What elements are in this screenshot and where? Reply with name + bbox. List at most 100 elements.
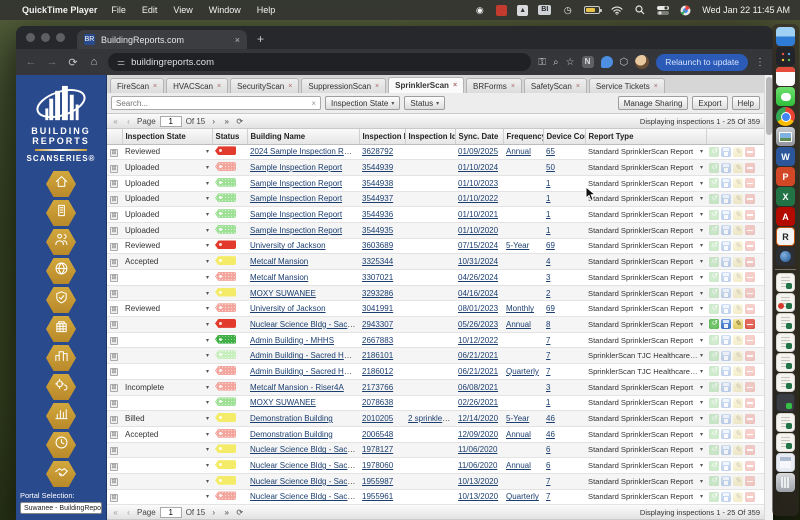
expand-icon[interactable]: ⊞ [110,164,118,173]
status-tag[interactable] [215,334,236,344]
frequency-link[interactable]: Quarterly [506,492,539,501]
menu-item[interactable]: Help [257,5,276,15]
expand-icon[interactable]: ⊞ [110,352,118,361]
inspection-id-link[interactable]: 2186012 [362,367,393,376]
dock-app-icon[interactable] [776,413,795,432]
status-cell[interactable] [212,489,247,506]
row-expander-cell[interactable]: ⊞ [107,159,122,176]
rhino-icon[interactable]: R [776,227,795,246]
chevron-down-icon[interactable]: ▾ [700,274,703,281]
upload-action-icon[interactable] [709,240,719,251]
bookmark-star-icon[interactable]: ☆ [566,57,575,68]
relaunch-to-update-button[interactable]: Relaunch to update [656,53,748,71]
save-action-icon[interactable] [721,272,731,283]
device-count-link[interactable]: 46 [546,414,555,423]
screen-record-icon[interactable]: ◉ [473,5,486,16]
inspection-id-link[interactable]: 2006548 [362,430,393,439]
delete-action-icon[interactable] [745,178,755,189]
table-row[interactable]: ⊞ ▾ Admin Building - MHHS 2667883 10/12/… [107,332,764,349]
upload-action-icon[interactable] [709,272,719,283]
finder-icon[interactable] [776,27,795,46]
expand-icon[interactable]: ⊞ [110,446,118,455]
sync-date-link[interactable]: 05/26/2023 [458,320,498,329]
building-name-link[interactable]: Sample Inspection Report [250,210,342,219]
building-name-link[interactable]: Nuclear Science Bldg - Sacred Heart Hosp… [250,477,359,486]
chevron-down-icon[interactable]: ▾ [700,211,703,218]
dock-app-icon[interactable] [776,333,795,352]
scan-tab[interactable]: SuppressionScan × [301,78,387,93]
table-row[interactable]: ⊞ Uploaded ▾ Sample Inspection Report 35… [107,159,764,176]
chevron-down-icon[interactable]: ▾ [700,431,703,438]
inspection-id-link[interactable]: 2078638 [362,398,393,407]
chevron-down-icon[interactable]: ▾ [206,415,209,422]
expand-icon[interactable]: ⊞ [110,415,118,424]
status-cell[interactable] [212,316,247,333]
inspection-id-link[interactable]: 2186101 [362,351,393,360]
sidebar-nav-icon[interactable] [46,258,76,284]
prev-page-icon[interactable]: ‹ [124,508,133,517]
building-name-link[interactable]: Admin Building - MHHS [250,336,334,345]
control-center-icon[interactable] [656,5,669,16]
extension-cloud-icon[interactable] [600,56,613,68]
row-expander-cell[interactable]: ⊞ [107,175,122,192]
table-row[interactable]: ⊞ Uploaded ▾ Sample Inspection Report 35… [107,206,764,223]
browser-menu-icon[interactable]: ⋮ [755,57,765,68]
toolbar-button[interactable]: Export [692,96,728,110]
frequency-link[interactable]: Annual [506,461,531,470]
chevron-down-icon[interactable]: ▾ [206,431,209,438]
status-cell[interactable] [212,363,247,380]
row-expander-cell[interactable]: ⊞ [107,191,122,208]
building-name-link[interactable]: Nuclear Science Bldg - Sacred Heart Hosp… [250,320,359,329]
clear-search-icon[interactable]: × [311,99,316,108]
chevron-down-icon[interactable]: ▾ [206,478,209,485]
refresh-icon[interactable]: ⟳ [235,117,244,126]
chevron-down-icon[interactable]: ▾ [700,337,703,344]
upload-action-icon[interactable] [709,335,719,346]
upload-action-icon[interactable] [709,178,719,189]
save-action-icon[interactable] [721,476,731,487]
zoom-window-button[interactable] [56,33,65,42]
device-count-link[interactable]: 1 [546,194,550,203]
chevron-down-icon[interactable]: ▾ [206,258,209,265]
status-tag[interactable] [215,177,236,187]
battery-icon[interactable] [584,6,603,14]
save-action-icon[interactable] [721,288,731,299]
expand-icon[interactable]: ⊞ [110,399,118,408]
dock-app-icon[interactable] [776,373,795,392]
table-row[interactable]: ⊞ ▾ Admin Building - Sacred Heart 218601… [107,363,764,380]
messages-icon[interactable] [776,87,795,106]
edit-action-icon[interactable] [733,335,743,346]
inspection-id-link[interactable]: 2943307 [362,320,393,329]
zoom-icon[interactable]: ⌕ [553,57,559,68]
chevron-down-icon[interactable]: ▾ [206,148,209,155]
reload-icon[interactable]: ⟳ [66,56,80,69]
status-tag[interactable] [215,162,236,172]
menu-item[interactable]: File [111,5,126,15]
delete-action-icon[interactable] [745,193,755,204]
status-tag[interactable] [215,491,236,501]
menu-item[interactable]: View [173,5,192,15]
browser-profile-icon[interactable] [679,5,692,16]
inspection-id-link[interactable]: 1978060 [362,461,393,470]
row-expander-cell[interactable]: ⊞ [107,426,122,443]
col-status[interactable]: Status [212,129,248,145]
wifi-icon[interactable] [610,5,623,16]
first-page-icon[interactable]: « [111,117,120,126]
chevron-down-icon[interactable]: ▾ [206,462,209,469]
inspection-id-link[interactable]: 3628792 [362,147,393,156]
save-action-icon[interactable] [721,491,731,502]
browser-tab[interactable]: BR BuildingReports.com × [77,30,247,49]
scan-tab[interactable]: SafetyScan × [523,78,587,93]
upload-action-icon[interactable] [709,225,719,236]
save-action-icon[interactable] [721,413,731,424]
site-settings-icon[interactable]: ⚌ [117,57,125,68]
building-name-link[interactable]: Admin Building - Sacred Heart [250,367,358,376]
save-action-icon[interactable] [721,303,731,314]
delete-action-icon[interactable] [745,162,755,173]
chevron-down-icon[interactable]: ▾ [700,258,703,265]
building-name-link[interactable]: Sample Inspection Report [250,226,342,235]
chevron-down-icon[interactable]: ▾ [206,305,209,312]
expand-icon[interactable]: ⊞ [110,493,118,502]
close-window-button[interactable] [26,33,35,42]
filter-dropdown[interactable]: Status ▾ [404,96,446,110]
